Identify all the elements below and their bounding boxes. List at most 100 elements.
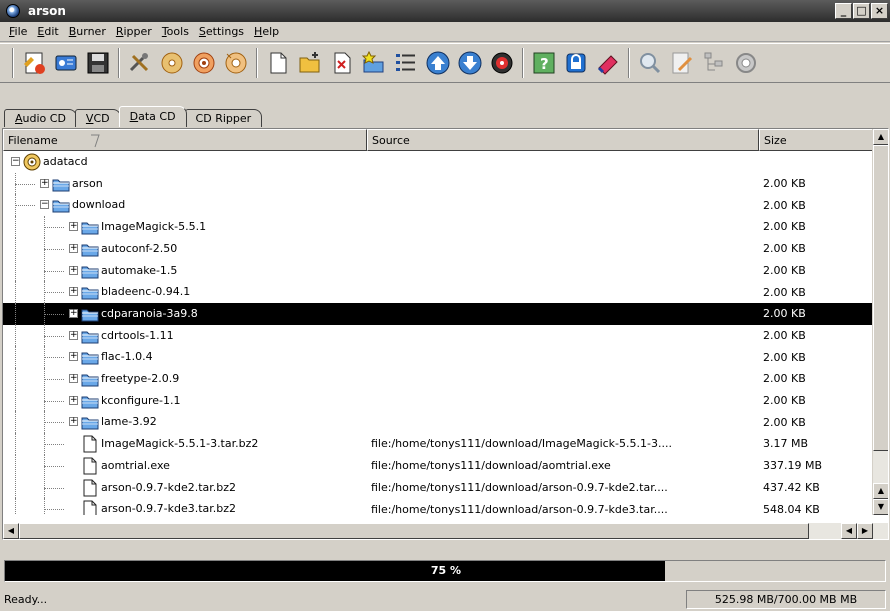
vertical-scrollbar[interactable]: ▲ ▲ ▼ [872, 129, 888, 515]
new-project-button[interactable] [18, 47, 50, 79]
filename-cell: + kconfigure-1.1 [3, 389, 367, 412]
tree-line [15, 302, 16, 325]
folder-row[interactable]: + arson 2.00 KB [3, 172, 873, 195]
folder-row[interactable]: + freetype-2.0.9 2.00 KB [3, 368, 873, 390]
expand-icon[interactable]: + [69, 417, 78, 427]
tree-line [15, 205, 35, 207]
minimize-button[interactable]: _ [835, 3, 852, 19]
folder-row[interactable]: − download 2.00 KB [3, 194, 873, 217]
close-button[interactable]: × [871, 3, 888, 19]
folder-row[interactable]: + lame-3.92 2.00 KB [3, 411, 873, 434]
disc-root-row[interactable]: − adatacd [3, 151, 873, 173]
expand-icon[interactable]: + [40, 178, 49, 188]
expand-icon[interactable]: + [69, 374, 78, 383]
expand-icon[interactable]: + [69, 308, 78, 318]
filename-cell: + bladeenc-0.94.1 [3, 281, 367, 303]
menu-settings[interactable]: Settings [194, 25, 249, 38]
settings-button[interactable] [730, 47, 762, 79]
collapse-icon[interactable]: − [40, 200, 49, 210]
eraser-button[interactable] [592, 47, 624, 79]
scroll-up-button-lower[interactable]: ▲ [873, 483, 888, 499]
source-cell: file:/home/tonys111/download/ImageMagick… [371, 437, 672, 451]
size-cell: 437.42 KB [763, 480, 820, 494]
folder-row[interactable]: + flac-1.0.4 2.00 KB [3, 346, 873, 368]
file-row[interactable]: ImageMagick-5.5.1-3.tar.bz2 file:/home/to… [3, 433, 873, 455]
expand-icon[interactable]: + [69, 222, 78, 232]
tools-button[interactable] [124, 47, 156, 79]
tree-button[interactable] [698, 47, 730, 79]
toolbar-separator [256, 48, 258, 78]
menu-file[interactable]: File [4, 25, 32, 38]
file-row[interactable]: arson-0.9.7-kde2.tar.bz2 file:/home/tonys… [3, 476, 873, 499]
maximize-button[interactable]: □ [853, 3, 870, 19]
folder-row[interactable]: + kconfigure-1.1 2.00 KB [3, 389, 873, 412]
file-list[interactable]: Filename Source Size − adatacd + arson 2.00 … [2, 128, 889, 540]
tools-icon [129, 53, 149, 72]
column-source[interactable]: Source [367, 129, 759, 151]
scroll-up-button[interactable]: ▲ [873, 129, 888, 145]
expand-icon[interactable]: + [69, 352, 78, 362]
collapse-icon[interactable]: − [11, 157, 20, 166]
folder-row[interactable]: + bladeenc-0.94.1 2.00 KB [3, 281, 873, 303]
menu-burner[interactable]: Burner [64, 25, 111, 38]
move-down-button[interactable] [454, 47, 486, 79]
tab-data-cd[interactable]: Data CD [118, 106, 187, 127]
folder-row[interactable]: + cdrtools-1.11 2.00 KB [3, 324, 873, 347]
move-up-button[interactable] [422, 47, 454, 79]
tab-vcd[interactable]: VCD [74, 109, 121, 127]
open-folder-button[interactable] [294, 47, 326, 79]
size-cell: 337.19 MB [763, 459, 823, 473]
column-filename[interactable]: Filename [3, 129, 367, 151]
expand-icon[interactable]: + [69, 265, 78, 275]
expand-icon[interactable]: + [69, 395, 78, 405]
horizontal-scrollbar[interactable]: ◀ ◀ ▶ [3, 523, 888, 539]
expand-icon[interactable]: + [69, 330, 78, 340]
help-button[interactable]: ? [528, 47, 560, 79]
size-cell: 2.00 KB [763, 415, 806, 429]
copy-disc-button[interactable] [220, 47, 252, 79]
expand-icon[interactable]: + [69, 243, 78, 253]
tab-audio-cd[interactable]: Audio CD [4, 109, 77, 127]
burn-disc-button[interactable] [188, 47, 220, 79]
new-file-button[interactable] [262, 47, 294, 79]
folder-row[interactable]: + ImageMagick-5.5.1 2.00 KB [3, 216, 873, 238]
burn-cd-button[interactable] [156, 47, 188, 79]
file-row[interactable]: aomtrial.exe file:/home/tonys111/download… [3, 454, 873, 477]
remove-file-icon [334, 52, 351, 74]
menu-help[interactable]: Help [249, 25, 284, 38]
folder-row[interactable]: + automake-1.5 2.00 KB [3, 259, 873, 282]
filename-cell: + autoconf-2.50 [3, 237, 367, 260]
search-button[interactable] [634, 47, 666, 79]
scroll-left-button[interactable]: ◀ [3, 523, 19, 539]
filename-label: download [72, 198, 126, 212]
remove-file-button[interactable] [326, 47, 358, 79]
scroll-down-button[interactable]: ▼ [873, 499, 888, 515]
disc-write-button[interactable] [486, 47, 518, 79]
title-bar[interactable]: arson _ □ × [0, 0, 890, 22]
column-size[interactable]: Size [759, 129, 873, 151]
folder-row[interactable]: + autoconf-2.50 2.00 KB [3, 237, 873, 260]
edit-button[interactable] [666, 47, 698, 79]
progress-label: 75 % [430, 564, 462, 577]
menu-tools[interactable]: Tools [157, 25, 194, 38]
filename-label: arson-0.9.7-kde2.tar.bz2 [101, 480, 237, 494]
star-folder-icon [361, 50, 384, 73]
folder-row[interactable]: + cdparanoia-3a9.8 2.00 KB [3, 302, 873, 325]
tab-cd-ripper[interactable]: CD Ripper [184, 109, 263, 127]
hscroll-thumb[interactable] [19, 523, 809, 539]
list-button[interactable] [390, 47, 422, 79]
lock-icon [566, 53, 586, 73]
app-icon[interactable] [6, 4, 20, 18]
scroll-thumb[interactable] [873, 145, 888, 451]
menu-ripper[interactable]: Ripper [111, 25, 157, 38]
file-row[interactable]: arson-0.9.7-kde3.tar.bz2 file:/home/tonys… [3, 498, 873, 515]
save-button[interactable] [82, 47, 114, 79]
lock-button[interactable] [560, 47, 592, 79]
properties-button[interactable] [50, 47, 82, 79]
expand-icon[interactable]: + [69, 287, 78, 297]
menu-edit[interactable]: Edit [32, 25, 63, 38]
tree-line [15, 324, 16, 347]
scroll-right-button[interactable]: ▶ [857, 523, 873, 539]
scroll-left-button-right[interactable]: ◀ [841, 523, 857, 539]
star-folder-button[interactable] [358, 47, 390, 79]
